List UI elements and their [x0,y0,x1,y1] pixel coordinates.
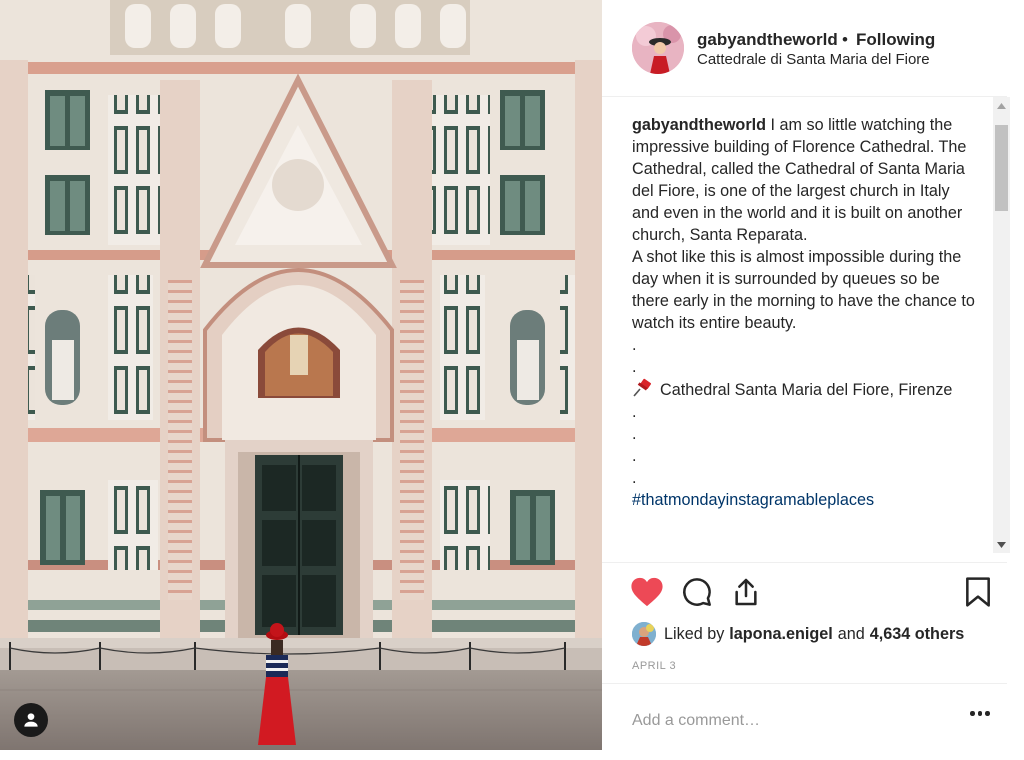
author-avatar[interactable] [632,22,684,74]
post-actions-bar [602,562,1007,625]
caption-text-1: I am so little watching the impressive b… [632,116,967,244]
post-caption: gabyandtheworld I am so little watching … [632,114,977,511]
ellipsis-icon [985,711,990,716]
save-button[interactable] [964,576,992,613]
caption-location-text: Cathedral Santa Maria del Fiore, Firenze [660,381,953,399]
liker-avatar-image [632,622,656,646]
pushpin-icon [633,378,651,397]
likes-conjunction: and [837,624,865,643]
cathedral-facade-image [0,0,602,750]
caption-username[interactable]: gabyandtheworld [632,116,766,134]
speech-bubble-icon [683,578,711,606]
triangle-up-icon [997,102,1006,109]
comment-button[interactable] [681,576,713,613]
post-photo[interactable] [0,0,602,750]
scroll-up-button[interactable] [993,97,1010,114]
scrollbar-thumb[interactable] [995,125,1008,211]
ellipsis-icon [970,711,975,716]
post-header: gabyandtheworld • Following Cattedrale d… [602,0,1007,97]
caption-dot: . [632,447,637,465]
share-icon [735,578,757,606]
follow-status-button[interactable]: Following [856,30,935,50]
ellipsis-icon [977,711,982,716]
liked-by-username[interactable]: lapona.enigel [729,625,832,644]
comment-input[interactable] [632,708,952,734]
caption-location-line: Cathedral Santa Maria del Fiore, Firenze [632,378,977,401]
likes-summary: Liked by lapona.enigel and 4,634 others [632,621,964,647]
vertical-scrollbar[interactable] [993,97,1010,553]
liker-avatar[interactable] [632,622,656,646]
caption-dot: . [632,403,637,421]
caption-dot: . [632,469,637,487]
separator-dot: • [842,30,848,49]
post-date[interactable]: APRIL 3 [632,660,676,672]
more-options-button[interactable] [970,711,990,716]
heart-icon [631,577,663,607]
add-comment-bar [602,683,1007,760]
caption-hashtag-link[interactable]: #thatmondayinstagramableplaces [632,489,977,511]
share-button[interactable] [730,576,762,613]
caption-dot: . [632,425,637,443]
comments-scroll-area[interactable]: gabyandtheworld I am so little watching … [602,97,992,562]
avatar-image [632,22,684,74]
likes-count-link[interactable]: 4,634 others [870,625,964,644]
post-side-panel: gabyandtheworld • Following Cattedrale d… [602,0,1024,759]
likes-prefix: Liked by [664,624,725,643]
caption-dot: . [632,336,637,354]
location-link[interactable]: Cattedrale di Santa Maria del Fiore [697,51,930,68]
scroll-down-button[interactable] [993,536,1010,553]
author-username[interactable]: gabyandtheworld [697,30,838,50]
bookmark-icon [966,577,990,607]
caption-paragraph-1: gabyandtheworld I am so little watching … [632,114,977,246]
user-icon [24,713,38,727]
caption-dot: . [632,358,637,376]
tagged-users-button[interactable] [14,703,48,737]
like-button[interactable] [630,576,664,613]
caption-paragraph-2: A shot like this is almost impossible du… [632,248,975,332]
triangle-down-icon [997,541,1006,548]
